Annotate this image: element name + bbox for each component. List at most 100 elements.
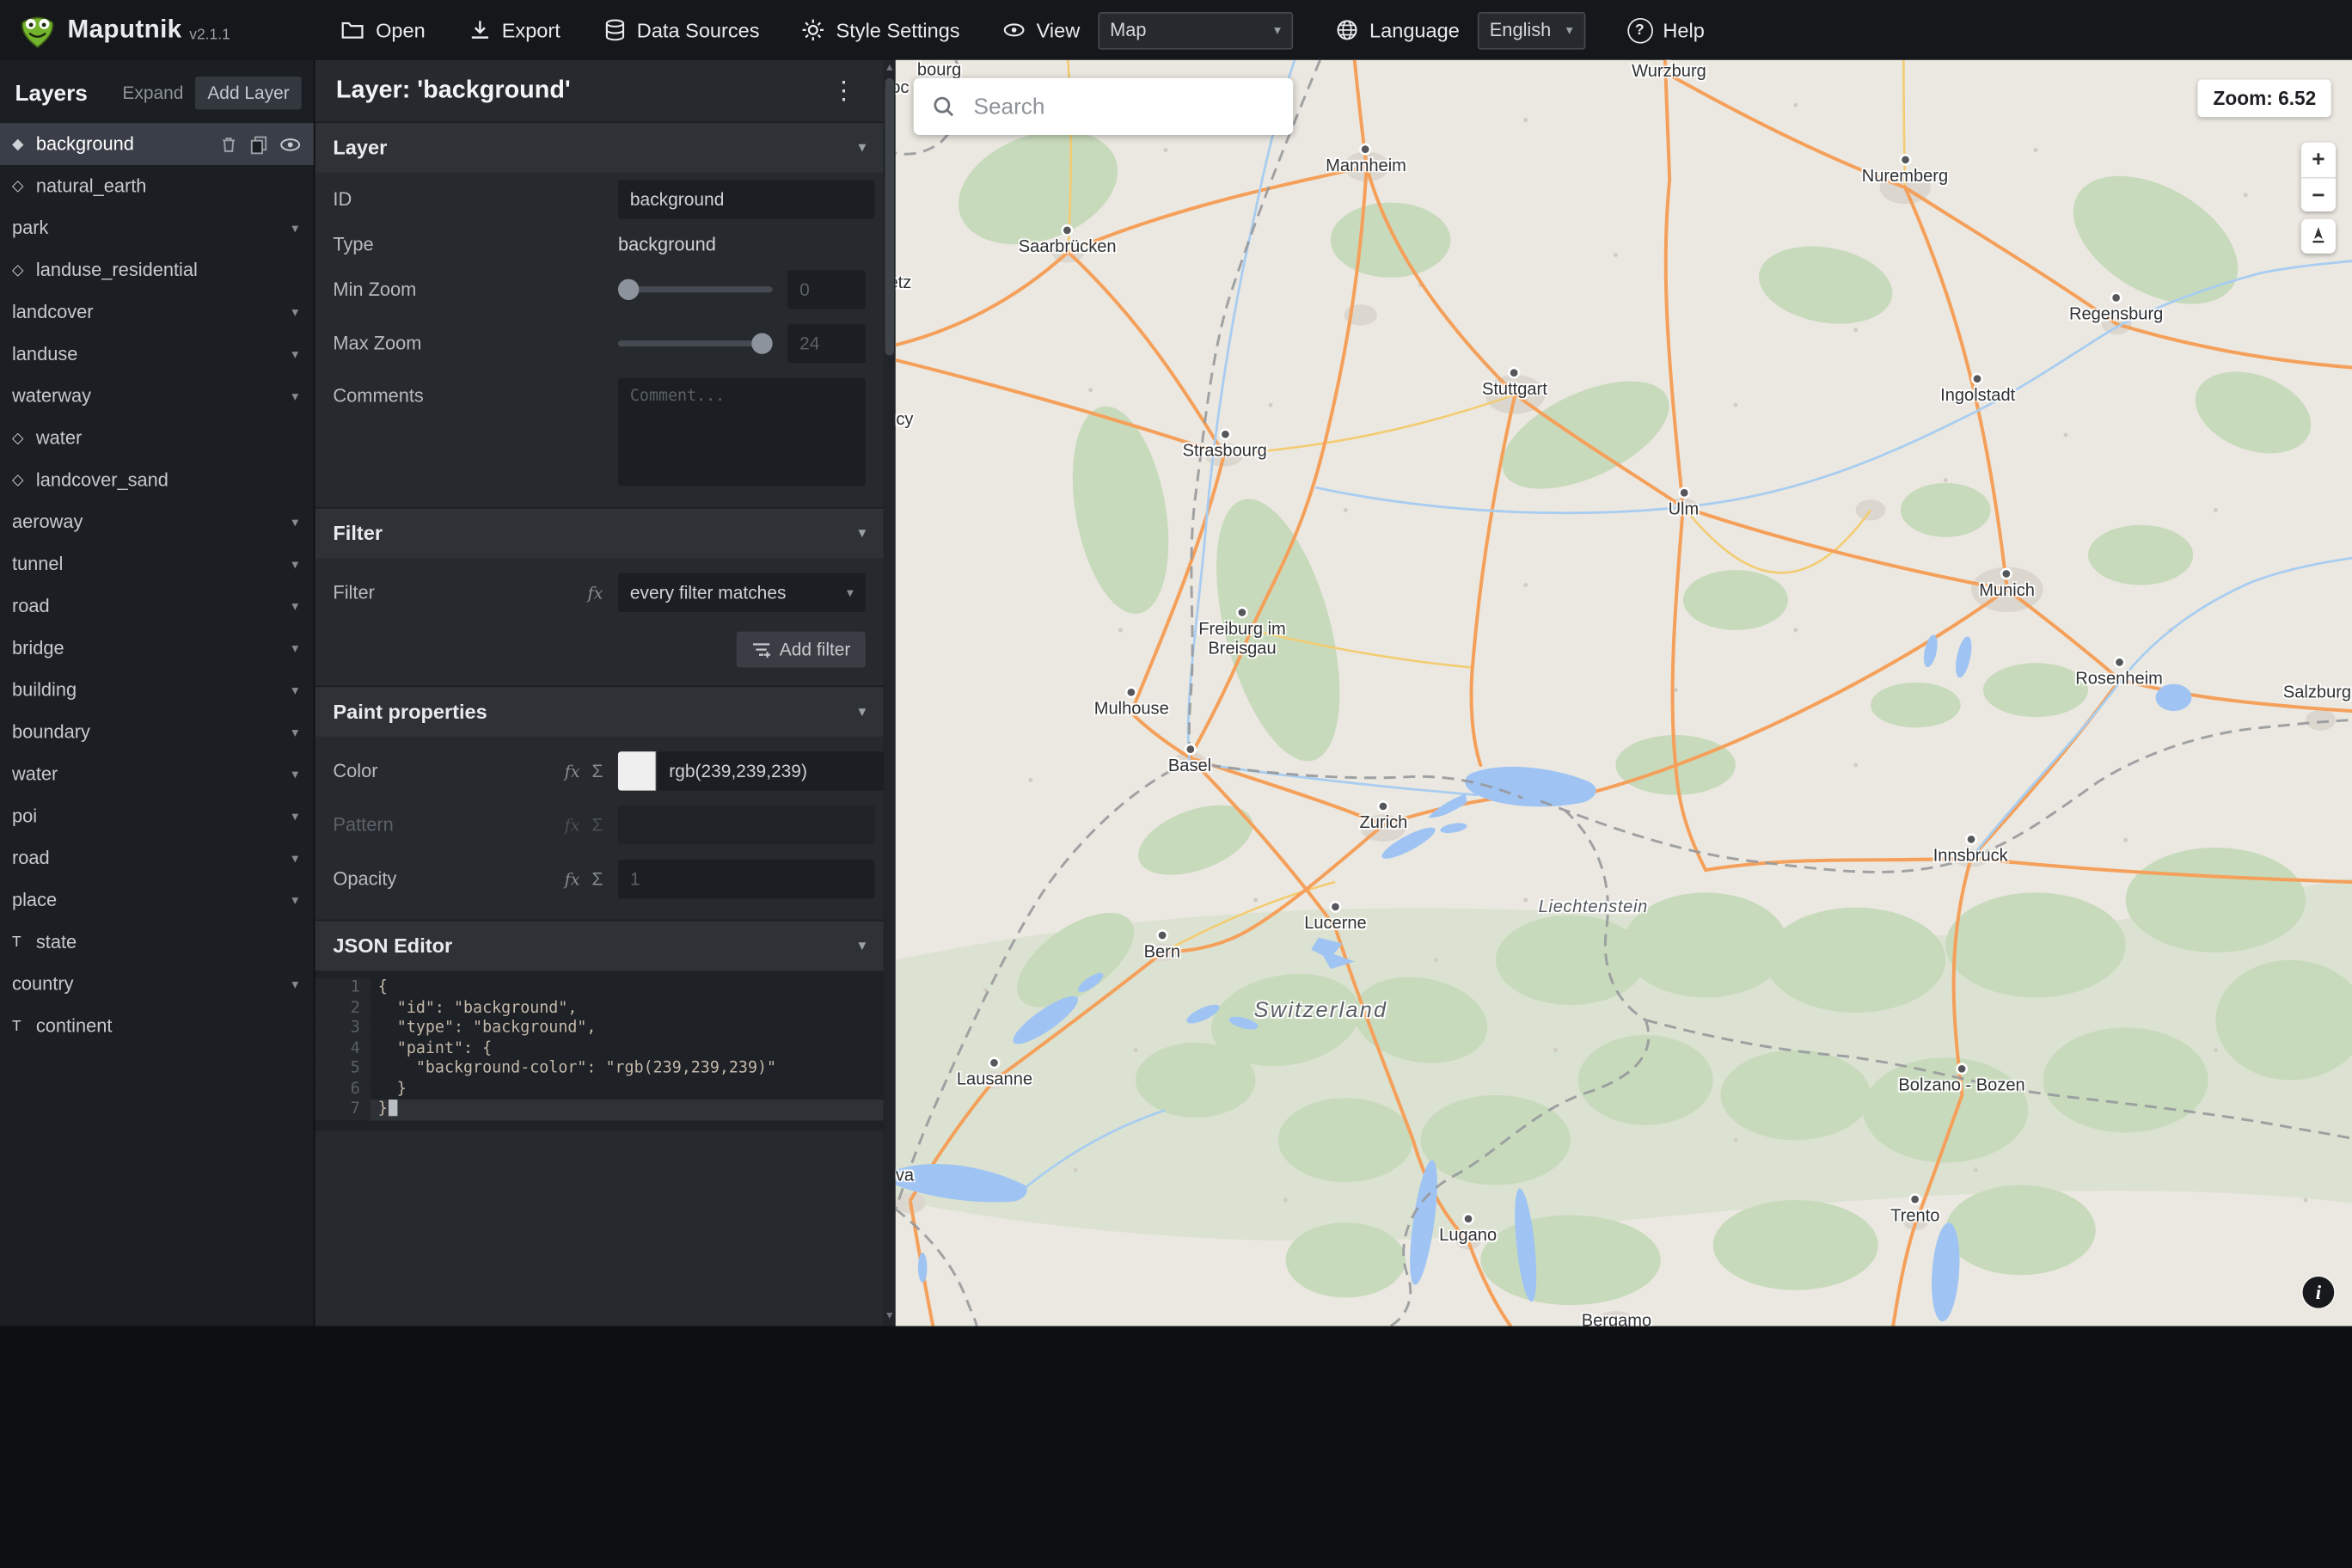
filter-combinator-select[interactable]: every filter matches ▾ — [617, 573, 866, 612]
type-value[interactable]: background — [618, 234, 716, 254]
collapse-group-icon[interactable]: ▾ — [291, 303, 298, 320]
collapse-group-icon[interactable]: ▾ — [291, 514, 298, 530]
layer-list-item[interactable]: place ▾ — [0, 879, 314, 922]
collapse-group-icon[interactable]: ▾ — [291, 976, 298, 992]
help-button[interactable]: ? Help — [1626, 17, 1705, 43]
language-button[interactable]: Language — [1335, 18, 1460, 42]
open-button[interactable]: Open — [341, 18, 426, 42]
view-button[interactable]: View — [1001, 18, 1080, 42]
maputnik-brand[interactable]: Maputnik v2.1.1 — [0, 10, 248, 49]
top-toolbar: Maputnik v2.1.1 Open Export Data Sources… — [0, 0, 2352, 60]
max-zoom-slider[interactable] — [617, 333, 773, 354]
id-input[interactable] — [617, 180, 875, 219]
scrollbar-thumb[interactable] — [885, 77, 895, 356]
filter-section-header[interactable]: Filter ▾ — [315, 508, 884, 559]
min-zoom-slider[interactable] — [617, 279, 773, 300]
add-filter-icon — [752, 642, 770, 658]
function-icon[interactable]: fx — [588, 583, 603, 603]
min-zoom-row: Min Zoom — [315, 262, 883, 316]
layer-list-item[interactable]: road ▾ — [0, 837, 314, 879]
layer-list-item[interactable]: aeroway ▾ — [0, 501, 314, 543]
paint-section-header[interactable]: Paint properties ▾ — [315, 687, 884, 737]
expand-button[interactable]: Expand — [122, 83, 183, 103]
collapse-group-icon[interactable]: ▾ — [291, 682, 298, 698]
collapse-group-icon[interactable]: ▾ — [291, 388, 298, 404]
layer-list-item[interactable]: building ▾ — [0, 669, 314, 711]
color-input[interactable] — [657, 751, 884, 791]
code-text: "paint": { — [377, 1038, 493, 1057]
layer-name: road — [11, 595, 50, 617]
collapse-group-icon[interactable]: ▾ — [291, 220, 298, 236]
layer-list-item[interactable]: landuse ▾ — [0, 333, 314, 375]
search-input[interactable] — [971, 92, 1276, 121]
collapse-group-icon[interactable]: ▾ — [291, 808, 298, 824]
comments-label: Comments — [333, 385, 424, 407]
delete-layer-icon[interactable] — [219, 134, 239, 154]
info-icon: i — [2315, 1280, 2322, 1303]
collapse-group-icon[interactable]: ▾ — [291, 724, 298, 740]
attribution-info-button[interactable]: i — [2302, 1276, 2335, 1308]
layer-list-item[interactable]: boundary ▾ — [0, 711, 314, 753]
function-icon[interactable]: fx — [565, 762, 580, 781]
min-zoom-input[interactable] — [787, 270, 866, 309]
export-button[interactable]: Export — [468, 18, 560, 42]
layer-list-item[interactable]: bridge ▾ — [0, 627, 314, 669]
opacity-input[interactable] — [617, 859, 875, 899]
layer-list-item[interactable]: ◆ background — [0, 123, 314, 165]
comments-textarea[interactable] — [617, 377, 866, 487]
collapse-group-icon[interactable]: ▾ — [291, 346, 298, 362]
view-select[interactable]: Map ▾ — [1098, 11, 1294, 49]
json-code-editor[interactable]: 1 { 2 "id": "background", 3 "type": "bac… — [315, 971, 884, 1130]
data-expression-icon[interactable]: Σ — [592, 761, 603, 781]
collapse-group-icon[interactable]: ▾ — [291, 766, 298, 782]
layer-list-item[interactable]: water ▾ — [0, 753, 314, 795]
layer-section-header[interactable]: Layer ▾ — [315, 123, 884, 173]
language-select[interactable]: English ▾ — [1477, 11, 1585, 49]
layer-list-item[interactable]: T state — [0, 921, 314, 963]
code-line: 4 "paint": { — [315, 1038, 883, 1059]
pattern-input[interactable] — [617, 805, 875, 845]
layer-name: landuse_residential — [35, 259, 198, 281]
map-search[interactable] — [913, 77, 1294, 136]
layer-list-item[interactable]: ◇ landuse_residential — [0, 249, 314, 291]
style-settings-button[interactable]: Style Settings — [801, 18, 960, 42]
json-editor-header[interactable]: JSON Editor ▾ — [315, 921, 884, 971]
layer-list-item[interactable]: tunnel ▾ — [0, 543, 314, 585]
json-editor-section: JSON Editor ▾ 1 { 2 "id": "background", … — [315, 919, 884, 1130]
layer-list-item[interactable]: park ▾ — [0, 207, 314, 249]
collapse-group-icon[interactable]: ▾ — [291, 556, 298, 573]
color-swatch[interactable] — [617, 751, 658, 791]
collapse-group-icon[interactable]: ▾ — [291, 597, 298, 614]
layer-list-item[interactable]: ◇ natural_earth — [0, 165, 314, 207]
data-sources-label: Data Sources — [636, 18, 760, 41]
collapse-group-icon[interactable]: ▾ — [291, 891, 298, 908]
scroll-up-icon[interactable]: ▲ — [885, 63, 895, 75]
layer-list-item[interactable]: country ▾ — [0, 963, 314, 1005]
layer-list-item[interactable]: road ▾ — [0, 585, 314, 628]
data-sources-button[interactable]: Data Sources — [603, 18, 760, 42]
add-layer-button[interactable]: Add Layer — [195, 76, 302, 110]
layer-list-item[interactable]: T continent — [0, 1005, 314, 1047]
layer-list-item[interactable]: landcover ▾ — [0, 291, 314, 334]
layer-menu-kebab-icon[interactable]: ⋮ — [825, 78, 863, 104]
duplicate-layer-icon[interactable] — [249, 134, 269, 154]
toggle-visibility-icon[interactable] — [279, 134, 302, 154]
language-select-value: English — [1489, 19, 1552, 41]
zoom-out-button[interactable]: − — [2300, 176, 2336, 212]
collapse-group-icon[interactable]: ▾ — [291, 640, 298, 656]
function-icon[interactable]: fx — [565, 869, 580, 889]
collapse-group-icon[interactable]: ▾ — [291, 850, 298, 867]
layer-list-item[interactable]: ◇ landcover_sand — [0, 459, 314, 501]
layer-list-item[interactable]: poi ▾ — [0, 795, 314, 837]
scroll-down-icon[interactable]: ▼ — [885, 1311, 895, 1323]
map-view[interactable]: bourg oc Wurzburg Mannheim Nuremberg — [895, 59, 2352, 1326]
zoom-in-button[interactable]: + — [2300, 142, 2336, 177]
compass-button[interactable] — [2300, 218, 2336, 254]
layer-list-item[interactable]: ◇ water — [0, 417, 314, 459]
max-zoom-input[interactable] — [787, 323, 866, 364]
add-filter-button[interactable]: Add filter — [736, 631, 866, 668]
map-canvas[interactable] — [895, 59, 2352, 1326]
data-expression-icon[interactable]: Σ — [592, 868, 603, 889]
layer-list-item[interactable]: waterway ▾ — [0, 375, 314, 417]
editor-scrollbar[interactable]: ▲ ▼ — [883, 59, 896, 1326]
